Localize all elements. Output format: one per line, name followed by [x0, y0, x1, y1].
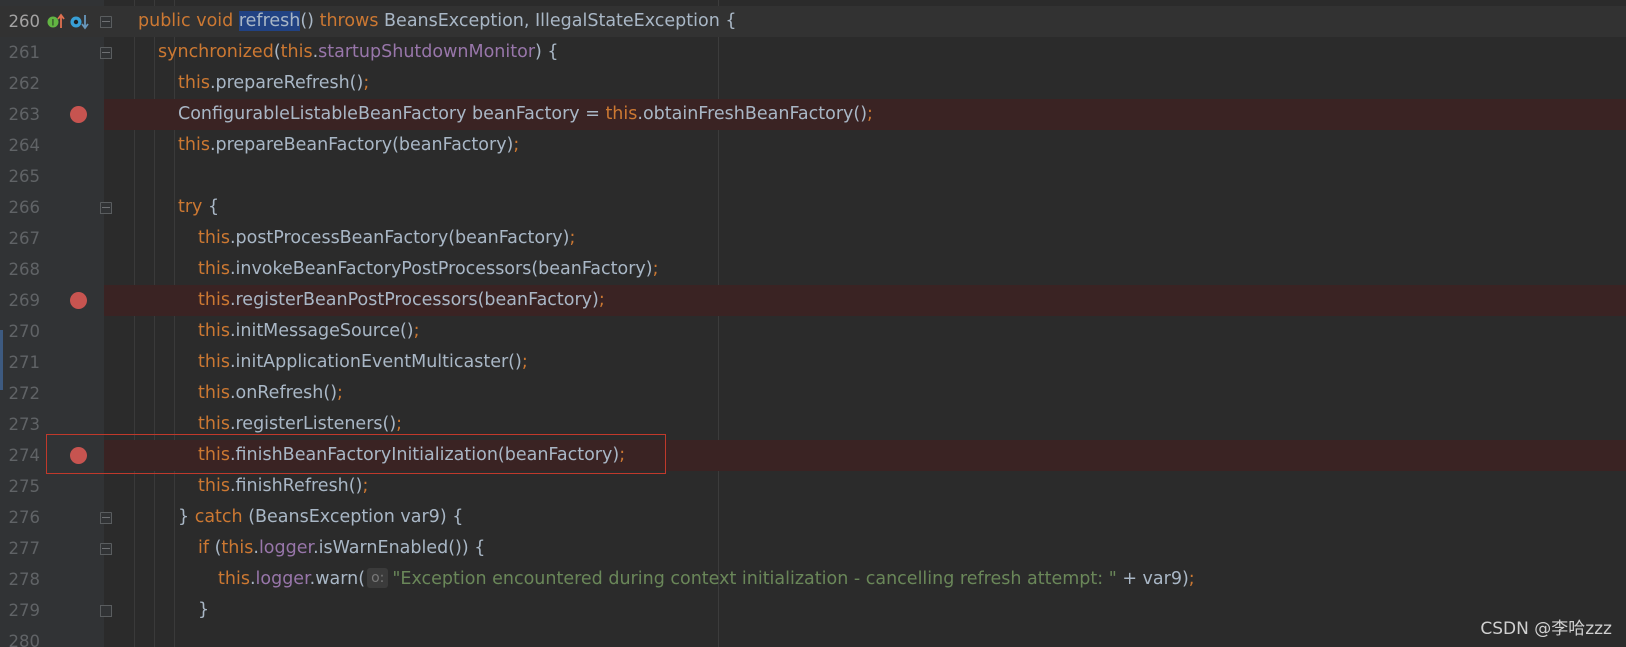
fold-toggle[interactable]	[100, 16, 112, 28]
code-line[interactable]: 269 this.registerBeanPostProcessors(bean…	[0, 285, 1626, 316]
code-text: this.logger.warn(o: "Exception encountere…	[218, 568, 1195, 589]
annotation-highlight-box	[46, 434, 666, 474]
line-number: 279	[8, 601, 41, 620]
line-number: 278	[8, 570, 41, 589]
selected-identifier: refresh	[238, 11, 301, 31]
code-line[interactable]: 263 ConfigurableListableBeanFactory bean…	[0, 99, 1626, 130]
fold-toggle[interactable]	[100, 512, 112, 524]
line-number: 266	[8, 198, 41, 217]
code-text: public void refresh() throws BeansExcept…	[138, 11, 737, 31]
fold-toggle[interactable]	[100, 47, 112, 59]
line-number: 265	[8, 167, 41, 186]
code-line[interactable]: 272 this.onRefresh();	[0, 378, 1626, 409]
code-line[interactable]: 277 if (this.logger.isWarnEnabled()) {	[0, 533, 1626, 564]
svg-text:I: I	[52, 19, 55, 29]
code-text: this.finishRefresh();	[198, 476, 369, 496]
implementing-method-icon[interactable]: I	[46, 12, 66, 32]
code-editor[interactable]: 260 I public void refresh() throws Beans…	[0, 0, 1626, 647]
code-line[interactable]: 280	[0, 626, 1626, 647]
line-number: 260	[8, 12, 41, 31]
line-number: 261	[8, 43, 41, 62]
code-text: this.initMessageSource();	[198, 321, 420, 341]
fold-toggle[interactable]	[100, 202, 112, 214]
code-text: synchronized(this.startupShutdownMonitor…	[158, 42, 559, 62]
line-number: 262	[8, 74, 41, 93]
code-line[interactable]: 279 }	[0, 595, 1626, 626]
code-text: this.prepareRefresh();	[178, 73, 370, 93]
line-number: 271	[8, 353, 41, 372]
code-text: this.postProcessBeanFactory(beanFactory)…	[198, 228, 576, 248]
code-line[interactable]: 275 this.finishRefresh();	[0, 471, 1626, 502]
code-line[interactable]: 267 this.postProcessBeanFactory(beanFact…	[0, 223, 1626, 254]
code-line[interactable]: 271 this.initApplicationEventMulticaster…	[0, 347, 1626, 378]
code-line[interactable]: 265	[0, 161, 1626, 192]
gutter-markers[interactable]: I	[46, 12, 92, 32]
line-number: 274	[8, 446, 41, 465]
line-number: 277	[8, 539, 41, 558]
line-number: 273	[8, 415, 41, 434]
code-line[interactable]: 268 this.invokeBeanFactoryPostProcessors…	[0, 254, 1626, 285]
code-line[interactable]: 266 try {	[0, 192, 1626, 223]
code-text: } catch (BeansException var9) {	[178, 507, 464, 527]
line-number: 272	[8, 384, 41, 403]
code-text: this.registerBeanPostProcessors(beanFact…	[198, 290, 605, 310]
code-text: if (this.logger.isWarnEnabled()) {	[198, 538, 486, 558]
code-text: try {	[178, 197, 220, 217]
code-line[interactable]: 276 } catch (BeansException var9) {	[0, 502, 1626, 533]
code-line[interactable]: 262 this.prepareRefresh();	[0, 68, 1626, 99]
line-number: 267	[8, 229, 41, 248]
line-number: 269	[8, 291, 41, 310]
code-line[interactable]: 261 synchronized(this.startupShutdownMon…	[0, 37, 1626, 68]
line-number: 264	[8, 136, 41, 155]
watermark: CSDN @李哈zzz	[1480, 619, 1612, 639]
line-number: 268	[8, 260, 41, 279]
code-text: this.initApplicationEventMulticaster();	[198, 352, 528, 372]
code-text: }	[198, 600, 210, 620]
overriding-method-icon[interactable]	[68, 12, 90, 32]
code-text: this.invokeBeanFactoryPostProcessors(bea…	[198, 259, 659, 279]
fold-toggle[interactable]	[100, 543, 112, 555]
code-line[interactable]: 270 this.initMessageSource();	[0, 316, 1626, 347]
code-text: ConfigurableListableBeanFactory beanFact…	[178, 104, 873, 124]
code-text: this.prepareBeanFactory(beanFactory);	[178, 135, 520, 155]
fold-end-marker[interactable]	[100, 605, 112, 617]
code-line[interactable]: 264 this.prepareBeanFactory(beanFactory)…	[0, 130, 1626, 161]
line-number: 263	[8, 105, 41, 124]
breakpoint-icon[interactable]	[70, 106, 87, 123]
line-number: 270	[8, 322, 41, 341]
breakpoint-icon[interactable]	[70, 292, 87, 309]
line-number: 275	[8, 477, 41, 496]
line-number: 276	[8, 508, 41, 527]
code-line[interactable]: 260 I public void refresh() throws Beans…	[0, 6, 1626, 37]
parameter-hint: o:	[367, 568, 389, 588]
code-line[interactable]: 278 this.logger.warn(o: "Exception encoun…	[0, 564, 1626, 595]
code-text: this.onRefresh();	[198, 383, 343, 403]
line-number: 280	[8, 632, 41, 647]
